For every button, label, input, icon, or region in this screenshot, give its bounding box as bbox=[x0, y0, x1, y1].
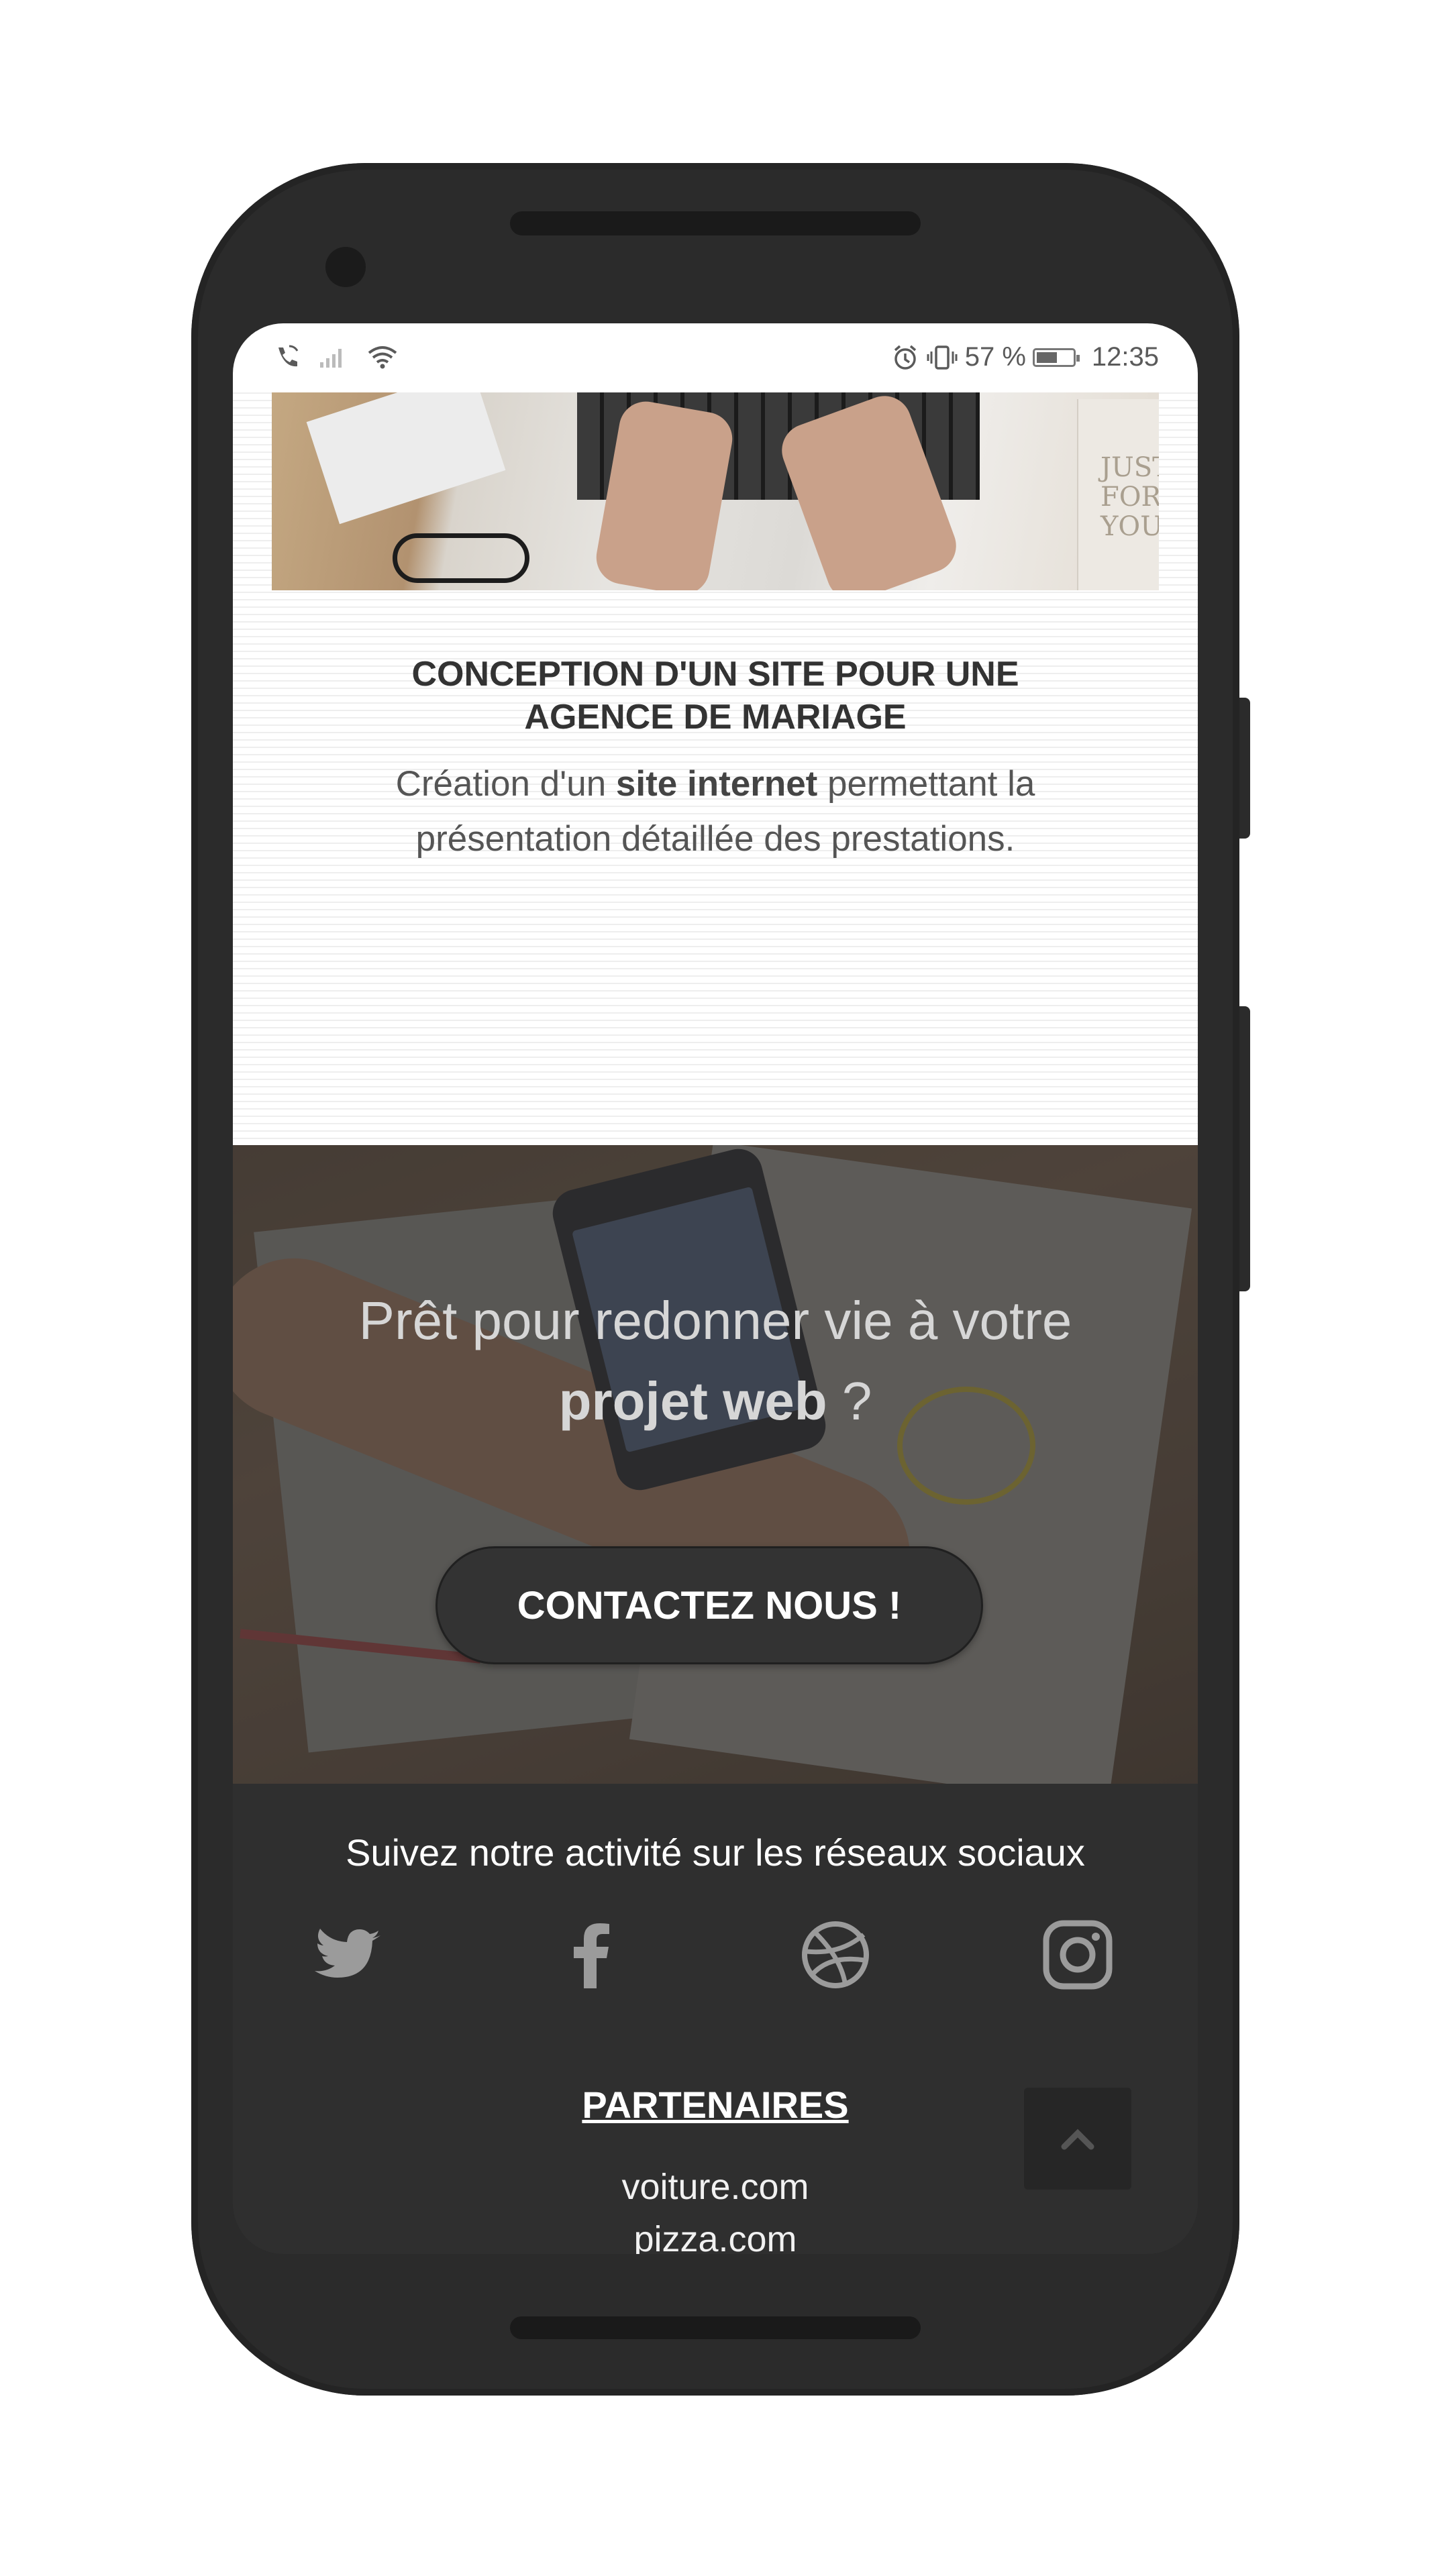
cta-heading-bold: projet web bbox=[558, 1371, 827, 1431]
battery-icon bbox=[1032, 347, 1080, 367]
project-title: CONCEPTION D'UN SITE POUR UNE AGENCE DE … bbox=[233, 653, 1198, 739]
signal-icon bbox=[320, 349, 342, 368]
volume-button bbox=[1239, 1006, 1250, 1291]
status-bar: 57 % 12:35 bbox=[233, 323, 1198, 392]
partner-link[interactable]: pizza.com bbox=[233, 2218, 1198, 2254]
desc-bold-text: site internet bbox=[615, 764, 818, 804]
clock: 12:35 bbox=[1091, 342, 1159, 372]
battery-percentage: 57 % bbox=[964, 342, 1026, 372]
project-title-line-2: AGENCE DE MARIAGE bbox=[524, 698, 907, 737]
twitter-icon[interactable] bbox=[313, 1918, 387, 1992]
vibrate-icon bbox=[927, 345, 958, 370]
project-description: Création d'un site internet permettant l… bbox=[233, 757, 1198, 867]
cta-heading-line-1: Prêt pour redonner vie à votre bbox=[358, 1291, 1072, 1350]
earpiece-speaker bbox=[510, 211, 921, 235]
cta-heading: Prêt pour redonner vie à votre projet we… bbox=[233, 1281, 1198, 1442]
project-card: JUSTFORYOU CONCEPTION D'UN SITE POUR UNE… bbox=[233, 392, 1198, 1145]
phone-wifi-call-icon bbox=[278, 345, 299, 367]
chevron-up-icon bbox=[1061, 2129, 1094, 2150]
instagram-icon[interactable] bbox=[1041, 1918, 1115, 1992]
facebook-icon[interactable] bbox=[556, 1918, 630, 1992]
project-title-line-1: CONCEPTION D'UN SITE POUR UNE bbox=[411, 655, 1019, 694]
cta-heading-suffix: ? bbox=[827, 1371, 872, 1431]
phone-screen: 57 % 12:35 JUSTFORYOU CONCEPTION D'UN SI… bbox=[233, 323, 1198, 2254]
contact-us-button[interactable]: CONTACTEZ NOUS ! bbox=[436, 1546, 983, 1664]
footer: Suivez notre activité sur les réseaux so… bbox=[233, 1784, 1198, 2254]
scroll-to-top-button[interactable] bbox=[1024, 2088, 1131, 2190]
dribbble-icon[interactable] bbox=[799, 1918, 872, 1992]
power-button bbox=[1239, 698, 1250, 839]
desc-text-2: permettant la bbox=[817, 764, 1035, 804]
wifi-icon bbox=[368, 346, 397, 369]
desc-text-3: présentation détaillée des prestations. bbox=[415, 819, 1015, 859]
follow-social-text: Suivez notre activité sur les réseaux so… bbox=[346, 1831, 1085, 1874]
front-camera bbox=[325, 247, 366, 287]
project-image: JUSTFORYOU bbox=[272, 392, 1159, 590]
cta-section: Prêt pour redonner vie à votre projet we… bbox=[233, 1145, 1198, 1784]
desc-text-1: Création d'un bbox=[395, 764, 616, 804]
alarm-icon bbox=[894, 345, 916, 370]
bottom-speaker bbox=[510, 2316, 921, 2339]
